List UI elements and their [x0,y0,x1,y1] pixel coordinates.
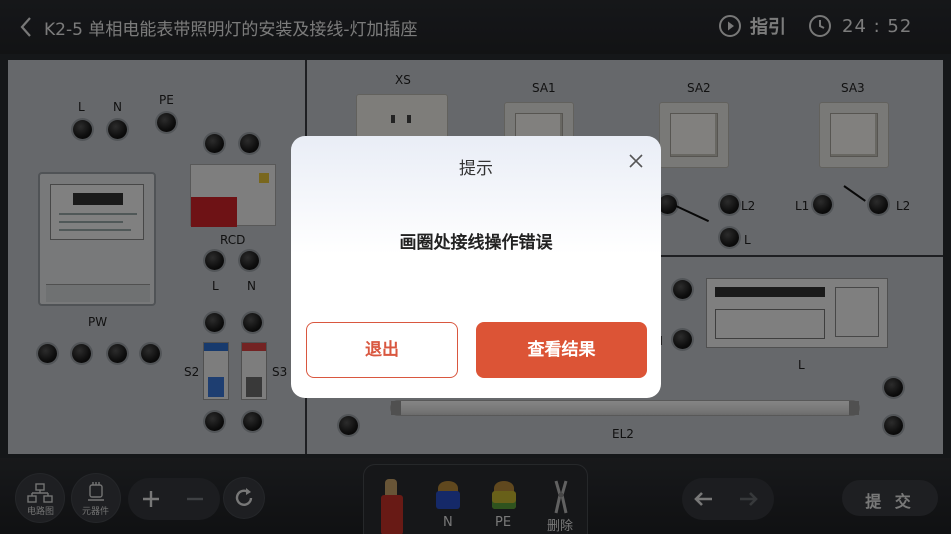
close-icon[interactable] [625,150,647,172]
alert-dialog: 提示 画圈处接线操作错误 退出 查看结果 [291,136,661,398]
exit-button[interactable]: 退出 [306,322,458,378]
dialog-message: 画圈处接线操作错误 [399,233,553,253]
dialog-title: 提示 [459,159,493,179]
view-result-button[interactable]: 查看结果 [476,322,647,378]
